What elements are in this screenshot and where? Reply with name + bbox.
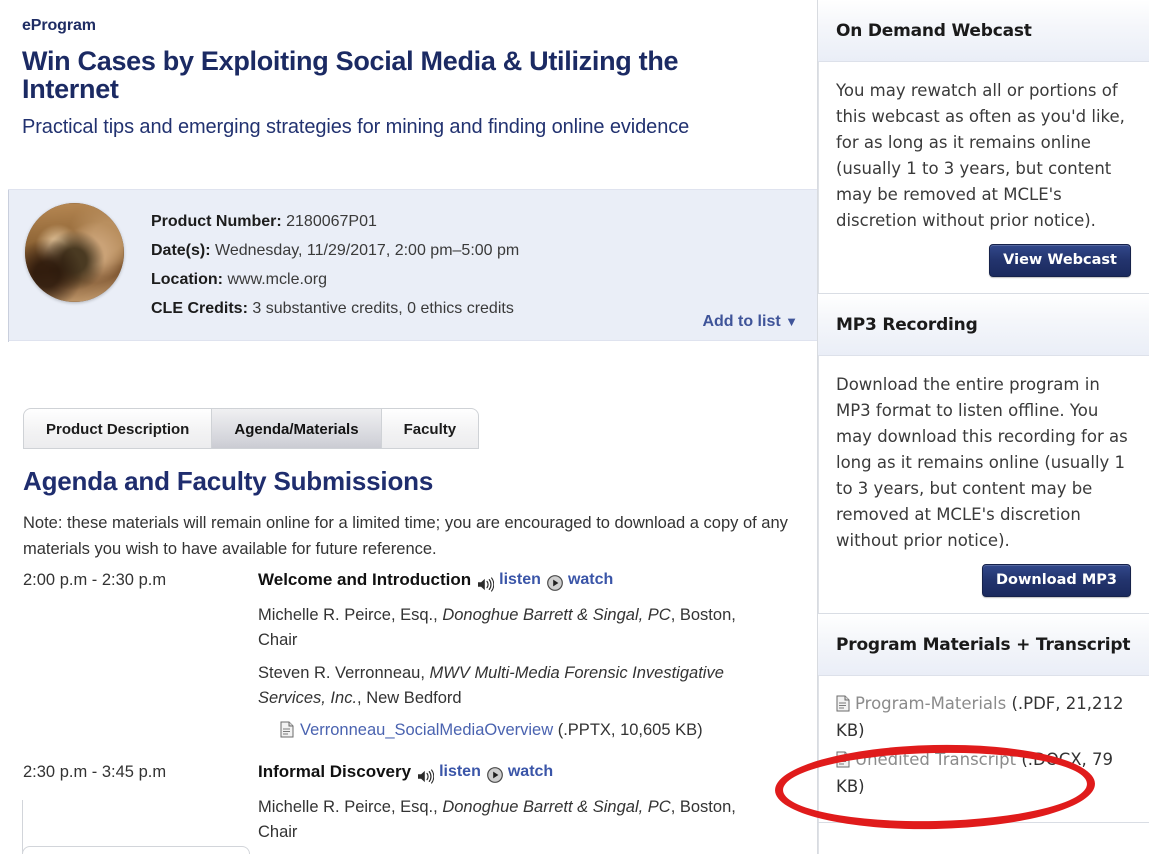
listen-link[interactable]: listen (477, 565, 541, 595)
play-circle-icon (486, 764, 503, 783)
document-icon (836, 749, 850, 768)
add-to-list-label: Add to list (702, 313, 781, 330)
document-icon (280, 721, 294, 738)
panel-mp3-recording: MP3 Recording Download the entire progra… (818, 294, 1149, 614)
agenda-item-time: 2:30 p.m - 3:45 p.m (23, 763, 167, 781)
panel-description: You may rewatch all or portions of this … (836, 81, 1125, 230)
agenda-item: 2:00 p.m - 2:30 p.m Welcome and Introduc… (0, 565, 817, 743)
panel-title: Program Materials + Transcript (836, 634, 1131, 655)
listen-link[interactable]: listen (417, 757, 481, 787)
panel-body: Download the entire program in MP3 forma… (818, 356, 1149, 613)
dates-value: Wednesday, 11/29/2017, 2:00 pm–5:00 pm (215, 242, 520, 259)
panel-on-demand-webcast: On Demand Webcast You may rewatch all or… (818, 0, 1149, 294)
panel-header: On Demand Webcast (818, 0, 1149, 62)
listen-label: listen (439, 763, 481, 780)
sidebar: On Demand Webcast You may rewatch all or… (818, 0, 1149, 854)
tab-agenda-materials[interactable]: Agenda/Materials (212, 408, 382, 449)
tab-faculty[interactable]: Faculty (381, 408, 480, 449)
watch-link[interactable]: watch (486, 757, 554, 787)
main-content: eProgram Win Cases by Exploiting Social … (0, 0, 818, 854)
agenda-item-body: Informal Discovery listen watch Michelle… (258, 757, 817, 845)
panel-title: On Demand Webcast (836, 20, 1032, 41)
tab-product-description-label: Product Description (46, 421, 190, 438)
watch-label: watch (567, 571, 614, 588)
panel-title: MP3 Recording (836, 314, 978, 335)
agenda-material-file[interactable]: Verronneau_SocialMediaOverview (.PPTX, 1… (258, 718, 806, 743)
tab-agenda-materials-label: Agenda/Materials (234, 421, 359, 438)
cle-credits-label: CLE Credits: (151, 300, 248, 317)
info-left-divider (8, 190, 9, 342)
unedited-transcript-file[interactable]: Unedited Transcript (.DOCX, 79 KB) (836, 746, 1131, 800)
next-section-box (22, 846, 250, 854)
materials-note: Note: these materials will remain online… (23, 514, 788, 558)
dates-label: Date(s): (151, 242, 211, 259)
speaker-org: Donoghue Barrett & Singal, PC (442, 606, 671, 624)
material-file-link[interactable]: Verronneau_SocialMediaOverview (300, 721, 553, 739)
agenda-item-title: Welcome and Introduction (258, 570, 472, 589)
view-webcast-button[interactable]: View Webcast (989, 244, 1131, 277)
speaker-name: Michelle R. Peirce, Esq., (258, 606, 443, 624)
agenda-item-title: Informal Discovery (258, 762, 412, 781)
cle-credits-row: CLE Credits: 3 substantive credits, 0 et… (151, 298, 519, 319)
play-circle-icon (547, 572, 563, 591)
program-materials-file[interactable]: Program-Materials (.PDF, 21,212 KB) (836, 690, 1131, 744)
watch-label: watch (507, 763, 554, 780)
cle-credits-value: 3 substantive credits, 0 ethics credits (252, 300, 514, 317)
speaker-location: , New Bedford (357, 689, 462, 707)
panel-program-materials-transcript: Program Materials + Transcript Program-M… (818, 614, 1149, 823)
section-heading: Agenda and Faculty Submissions (23, 466, 434, 496)
tab-product-description[interactable]: Product Description (23, 408, 213, 449)
product-number-value: 2180067P01 (286, 213, 377, 230)
agenda-speaker: Michelle R. Peirce, Esq., Donoghue Barre… (258, 603, 778, 653)
agenda-item-time: 2:00 p.m - 2:30 p.m (23, 571, 167, 589)
listen-label: listen (499, 571, 541, 588)
product-number-row: Product Number: 2180067P01 (151, 211, 519, 232)
chevron-down-icon: ▼ (785, 314, 798, 329)
materials-file-list: Program-Materials (.PDF, 21,212 KB) Uned… (818, 676, 1149, 822)
location-row: Location: www.mcle.org (151, 269, 519, 290)
agenda-speaker: Steven R. Verronneau, MWV Multi-Media Fo… (258, 661, 778, 711)
seminar-photo-icon (25, 203, 124, 302)
panel-header: MP3 Recording (818, 294, 1149, 356)
tab-bar: Product Description Agenda/Materials Fac… (23, 408, 480, 449)
agenda-item-title-row: Welcome and Introduction listen watch (258, 565, 806, 595)
speaker-icon (477, 573, 495, 592)
page-root: eProgram Win Cases by Exploiting Social … (0, 0, 1149, 854)
download-mp3-button[interactable]: Download MP3 (981, 564, 1131, 597)
product-number-label: Product Number: (151, 213, 282, 230)
speaker-name: Steven R. Verronneau, (258, 664, 430, 682)
unedited-transcript-file-name: Unedited Transcript (855, 750, 1017, 769)
product-info-box: Product Number: 2180067P01 Date(s): Wedn… (8, 189, 817, 342)
panel-description: Download the entire program in MP3 forma… (836, 375, 1128, 550)
document-icon (836, 693, 850, 712)
program-materials-file-name: Program-Materials (855, 694, 1007, 713)
agenda-speaker: Michelle R. Peirce, Esq., Donoghue Barre… (258, 795, 778, 845)
agenda-item: 2:30 p.m - 3:45 p.m Informal Discovery l… (0, 757, 817, 845)
speaker-org: Donoghue Barrett & Singal, PC (442, 798, 671, 816)
agenda-item-body: Welcome and Introduction listen watch Mi… (258, 565, 817, 743)
page-title: Win Cases by Exploiting Social Media & U… (22, 46, 679, 104)
watch-link[interactable]: watch (547, 565, 613, 595)
panel-body: You may rewatch all or portions of this … (818, 62, 1149, 293)
agenda-item-title-row: Informal Discovery listen watch (258, 757, 806, 787)
speaker-icon (417, 765, 435, 784)
add-to-list-button[interactable]: Add to list ▼ (702, 313, 798, 331)
location-value: www.mcle.org (227, 271, 328, 288)
agenda-list: 2:00 p.m - 2:30 p.m Welcome and Introduc… (0, 565, 817, 849)
program-thumbnail (25, 203, 124, 302)
program-type-label: eProgram (22, 17, 96, 34)
material-file-size: (.PPTX, 10,605 KB) (553, 721, 703, 739)
panel-action-row: View Webcast (836, 244, 1131, 277)
location-label: Location: (151, 271, 223, 288)
tab-faculty-label: Faculty (403, 421, 457, 438)
panel-header: Program Materials + Transcript (818, 614, 1149, 676)
content-left-divider (22, 800, 23, 854)
panel-action-row: Download MP3 (836, 564, 1131, 597)
speaker-name: Michelle R. Peirce, Esq., (258, 798, 443, 816)
product-details: Product Number: 2180067P01 Date(s): Wedn… (151, 211, 519, 319)
dates-row: Date(s): Wednesday, 11/29/2017, 2:00 pm–… (151, 240, 519, 261)
page-subtitle: Practical tips and emerging strategies f… (22, 116, 690, 138)
